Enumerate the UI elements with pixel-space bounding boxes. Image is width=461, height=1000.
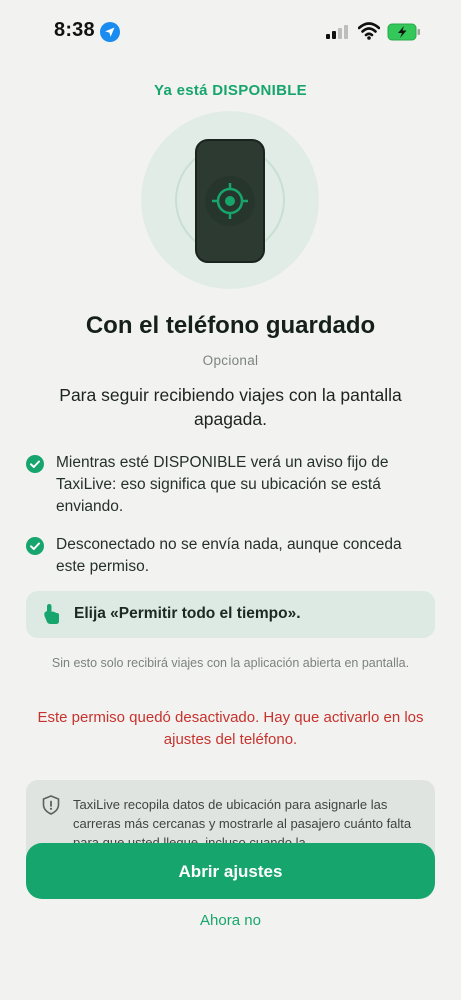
shield-icon	[42, 795, 60, 815]
bullet-text: Desconectado no se envía nada, aunque co…	[56, 536, 402, 575]
battery-charging-icon	[387, 23, 420, 41]
subtitle: Para seguir recibiendo viajes con la pan…	[59, 385, 402, 429]
list-item: Mientras esté DISPONIBLE verá un aviso f…	[26, 452, 426, 518]
tip-text: Elija «Permitir todo el tiempo».	[74, 605, 301, 622]
bullet-list: Mientras esté DISPONIBLE verá un aviso f…	[26, 452, 426, 594]
availability-label: Ya está DISPONIBLE	[154, 82, 307, 99]
phone-locate-icon	[141, 111, 319, 289]
list-item: Desconectado no se envía nada, aunque co…	[26, 534, 426, 578]
check-circle-icon	[26, 455, 44, 473]
instruction-tip: Elija «Permitir todo el tiempo».	[26, 591, 435, 638]
optional-label: Opcional	[202, 353, 259, 368]
helper-note: Sin esto solo recibirá viajes con la apl…	[51, 656, 410, 670]
check-circle-icon	[26, 537, 44, 555]
wifi-icon	[358, 22, 380, 40]
permission-warning: Este permiso quedó desactivado. Hay que …	[37, 709, 424, 748]
signal-icon	[326, 25, 348, 39]
open-settings-button[interactable]: Abrir ajustes	[26, 843, 435, 899]
hand-pointer-icon	[44, 604, 59, 624]
bullet-text: Mientras esté DISPONIBLE verá un aviso f…	[56, 454, 389, 515]
location-arrow-icon	[100, 22, 120, 42]
not-now-button[interactable]: Ahora no	[0, 912, 461, 929]
page-title: Con el teléfono guardado	[85, 312, 376, 339]
status-time: 8:38	[54, 19, 95, 41]
status-bar: 8:38	[0, 0, 461, 60]
